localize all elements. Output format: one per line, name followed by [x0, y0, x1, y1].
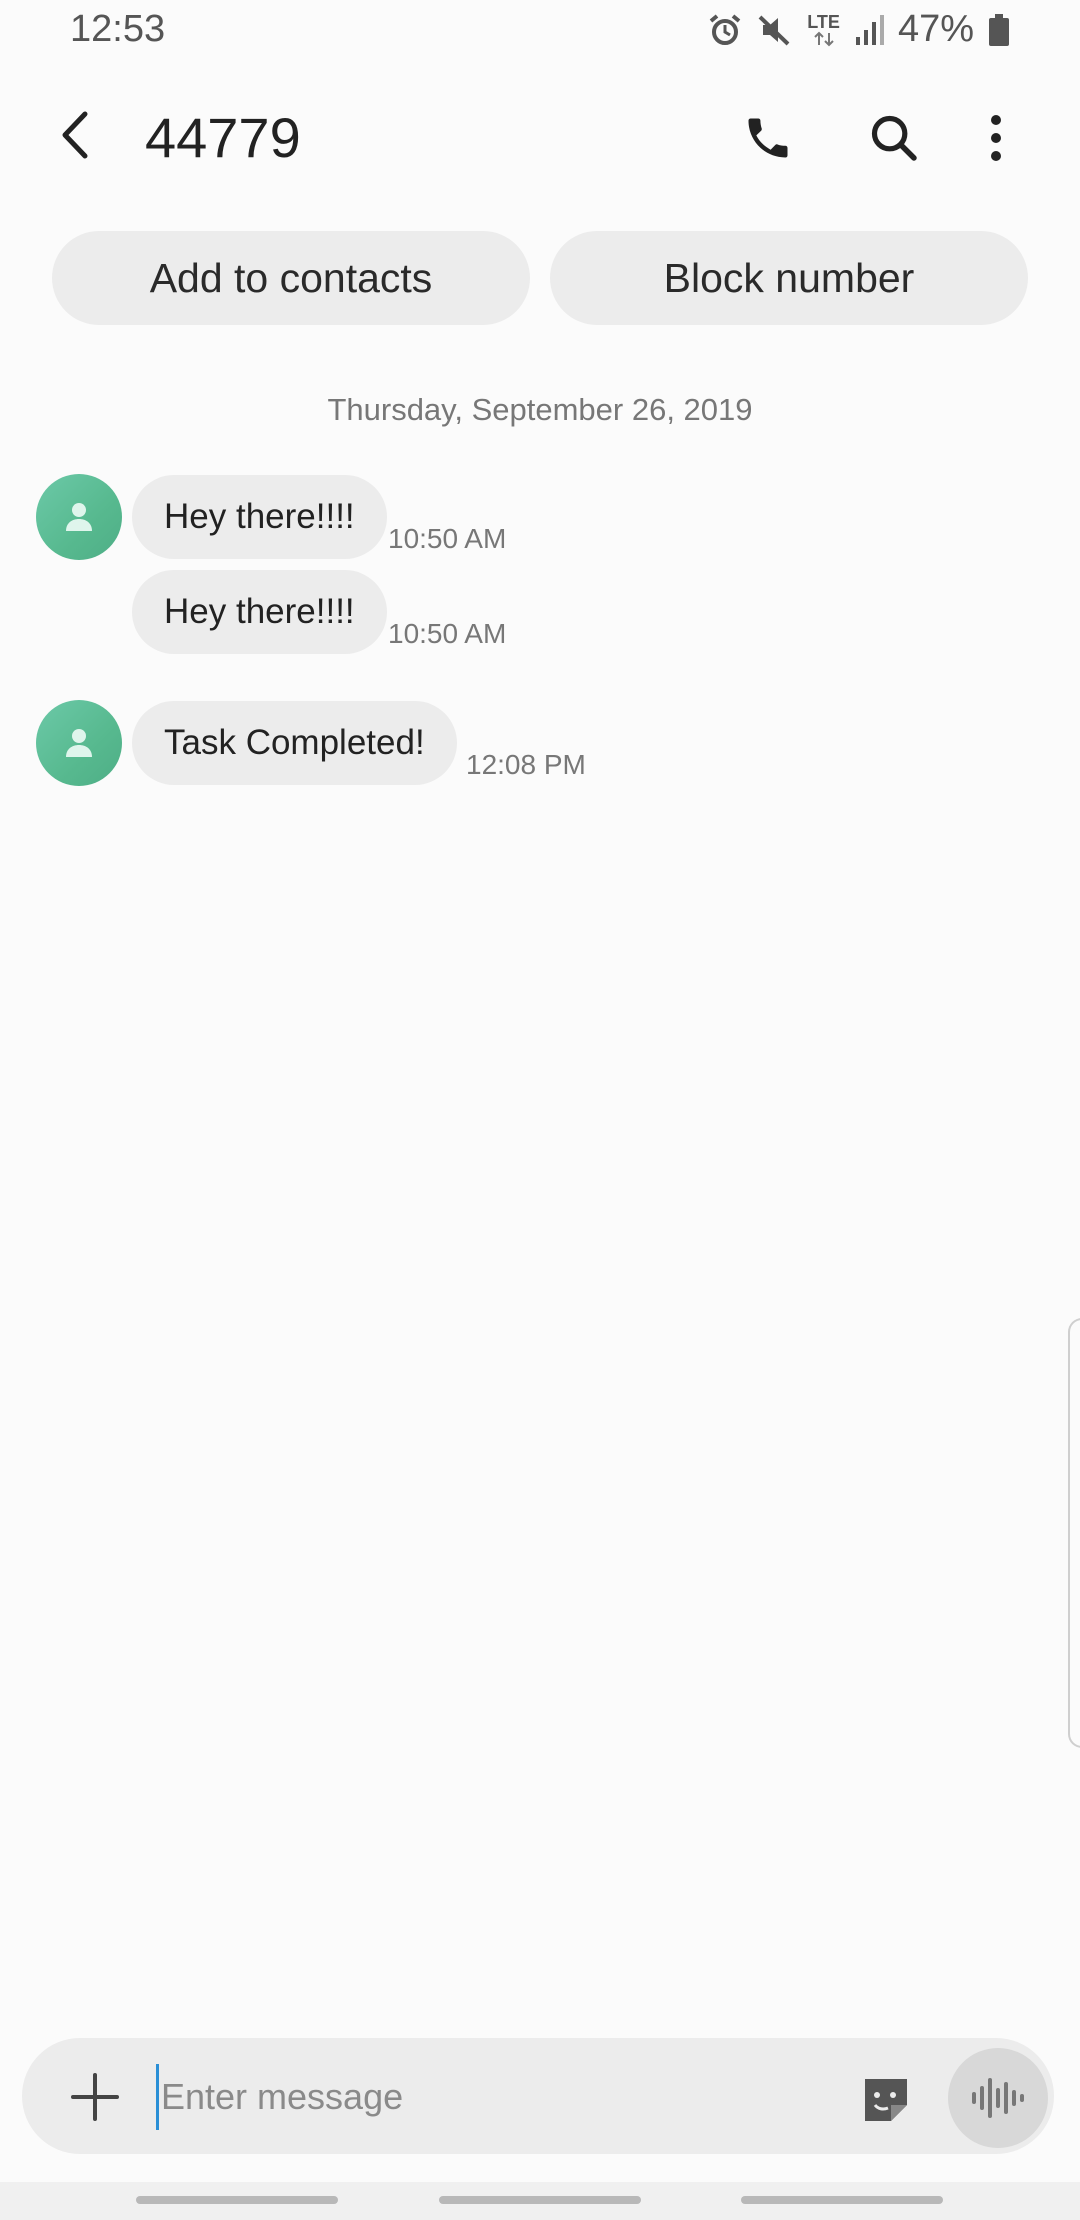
- alarm-icon: [707, 12, 743, 48]
- message-bubble[interactable]: Hey there!!!!: [132, 475, 387, 559]
- voice-icon: [972, 2078, 1024, 2118]
- status-time: 12:53: [70, 8, 166, 50]
- lte-label: LTE: [807, 11, 840, 32]
- edge-panel-handle[interactable]: [1068, 1318, 1080, 1748]
- phone-icon: [748, 118, 788, 158]
- battery-percent: 47%: [897, 8, 974, 50]
- message-time: 12:08 PM: [466, 749, 586, 780]
- nav-back-button[interactable]: [741, 2196, 943, 2204]
- nav-recents-button[interactable]: [136, 2196, 338, 2204]
- search-icon: [871, 115, 917, 161]
- sticker-button[interactable]: [854, 2068, 918, 2132]
- plus-icon: [71, 2073, 119, 2121]
- more-options-button[interactable]: [958, 100, 1034, 176]
- message-bubble[interactable]: Hey there!!!!: [132, 570, 387, 654]
- voice-input-button[interactable]: [948, 2048, 1048, 2148]
- attach-button[interactable]: [60, 2062, 130, 2132]
- avatar[interactable]: [36, 474, 122, 560]
- signal-icon: [854, 13, 884, 47]
- nav-home-button[interactable]: [439, 2196, 641, 2204]
- call-button[interactable]: [730, 100, 806, 176]
- back-button[interactable]: [40, 100, 110, 170]
- more-vert-icon: [991, 115, 1001, 161]
- person-icon: [66, 729, 92, 757]
- message-bubble[interactable]: Task Completed!: [132, 701, 457, 785]
- sticker-icon: [865, 2079, 907, 2121]
- message-time: 10:50 AM: [388, 618, 507, 649]
- mute-icon: [757, 12, 793, 48]
- person-icon: [66, 503, 92, 531]
- date-separator: Thursday, September 26, 2019: [327, 392, 753, 427]
- status-icons: LTE 47%: [707, 8, 1010, 51]
- message-time: 10:50 AM: [388, 523, 507, 554]
- block-number-button[interactable]: Block number: [550, 231, 1028, 325]
- avatar[interactable]: [36, 700, 122, 786]
- back-icon: [62, 111, 88, 159]
- add-to-contacts-button[interactable]: Add to contacts: [52, 231, 530, 325]
- conversation-title: 44779: [145, 106, 301, 169]
- battery-icon: [988, 13, 1010, 47]
- message-input[interactable]: [156, 2064, 821, 2130]
- search-button[interactable]: [856, 100, 932, 176]
- lte-icon: LTE: [807, 13, 840, 47]
